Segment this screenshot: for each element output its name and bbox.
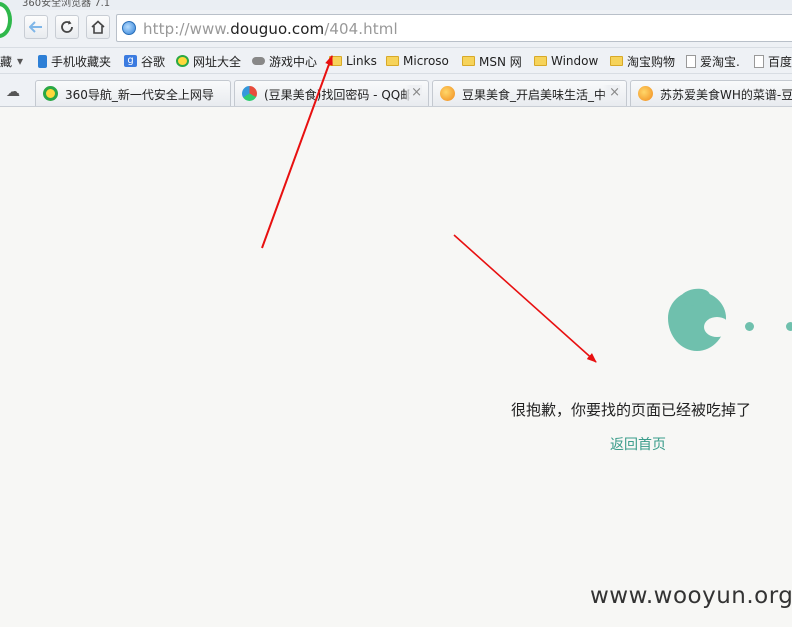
cloud-icon[interactable]: ☁ <box>6 84 20 100</box>
folder-icon <box>534 56 547 66</box>
tab-title: 苏苏爱美食WH的菜谱-豆 <box>660 88 794 102</box>
home-button[interactable] <box>86 15 110 39</box>
qq-mail-icon <box>242 86 257 101</box>
tab-title: (豆果美食)找回密码 - QQ邮 <box>264 88 413 102</box>
back-home-link[interactable]: 返回首页 <box>610 434 666 454</box>
tab-360-nav[interactable]: 360导航_新一代安全上网导 <box>35 80 231 106</box>
refresh-icon <box>61 20 73 33</box>
360-icon <box>43 86 58 101</box>
folder-icon <box>329 56 342 66</box>
bookmark-folder-msn[interactable]: MSN 网 <box>462 52 522 70</box>
close-icon[interactable]: × <box>603 85 620 100</box>
bookmark-nav[interactable]: 网址大全 <box>176 52 241 70</box>
page-icon <box>686 54 696 68</box>
page-icon <box>754 54 764 68</box>
address-bar[interactable]: http://www.douguo.com/404.html <box>116 14 796 42</box>
watermark: www.wooyun.org <box>590 583 794 609</box>
mascot-blob-mouth <box>704 317 730 337</box>
tab-douguo-home[interactable]: 豆果美食_开启美味生活_中 × <box>432 80 627 106</box>
bookmarks-dropdown[interactable]: ▾ <box>17 52 23 70</box>
window-title: 360安全浏览器 7.1 <box>22 0 111 9</box>
bookmarks-bar: 藏 ▾ 手机收藏夹 g 谷歌 网址大全 游戏中心 Links Microso MS… <box>0 47 796 74</box>
bookmark-folder-windows[interactable]: Window <box>534 52 598 70</box>
bookmark-label: 谷歌 <box>141 54 166 69</box>
bookmark-folder-microsoft[interactable]: Microso <box>386 52 449 70</box>
bookmark-games[interactable]: 游戏中心 <box>252 52 317 70</box>
douguo-icon <box>440 86 455 101</box>
url-text[interactable]: http://www.douguo.com/404.html <box>143 20 398 38</box>
tab-qq-mail[interactable]: (豆果美食)找回密码 - QQ邮 × <box>234 80 429 106</box>
bookmark-label: MSN 网 <box>479 54 522 69</box>
bookmark-label: 百度 <box>768 54 793 69</box>
folder-icon <box>386 56 399 66</box>
bookmark-label: 网址大全 <box>193 54 242 69</box>
error-message: 很抱歉，你要找的页面已经被吃掉了 <box>511 401 752 419</box>
bookmark-folder-taobao[interactable]: 淘宝购物 <box>610 52 675 70</box>
browser-chrome: 360安全浏览器 7.1 http://www.douguo.com/404.h… <box>0 0 796 107</box>
tab-title: 360导航_新一代安全上网导 <box>65 88 214 102</box>
crumb-dot <box>745 322 754 331</box>
back-arrow-icon <box>29 21 42 33</box>
url-path: /404.html <box>324 20 398 38</box>
bookmark-label: 手机收藏夹 <box>51 54 112 69</box>
bookmark-label: 游戏中心 <box>269 54 318 69</box>
bookmark-label: Microso <box>403 54 449 68</box>
home-icon <box>91 20 105 34</box>
bookmark-folder-links[interactable]: Links <box>329 52 377 70</box>
bookmark-label: Links <box>346 54 377 68</box>
bookmark-partial[interactable]: 藏 <box>0 52 12 70</box>
close-icon[interactable]: × <box>405 85 422 100</box>
bookmark-aitaobao[interactable]: 爱淘宝. <box>686 52 740 70</box>
phone-icon <box>38 54 47 68</box>
douguo-icon <box>638 86 653 101</box>
bookmark-label: 爱淘宝. <box>700 54 740 69</box>
navigation-bar: http://www.douguo.com/404.html <box>0 10 796 46</box>
bookmark-label: 淘宝购物 <box>627 54 676 69</box>
tab-title: 豆果美食_开启美味生活_中 <box>462 88 607 102</box>
360-nav-icon <box>176 55 189 67</box>
title-bar: 360安全浏览器 7.1 <box>0 0 796 10</box>
refresh-button[interactable] <box>55 15 79 39</box>
page-content: 很抱歉，你要找的页面已经被吃掉了 返回首页 www.wooyun.org <box>0 107 796 627</box>
gamepad-icon <box>252 57 265 65</box>
folder-icon <box>462 56 475 66</box>
bookmark-google[interactable]: g 谷歌 <box>124 52 165 70</box>
url-prefix: http://www. <box>143 20 231 38</box>
url-host: douguo.com <box>230 20 325 38</box>
folder-icon <box>610 56 623 66</box>
bookmark-baidu[interactable]: 百度 <box>754 52 792 70</box>
bookmark-label: 藏 <box>0 54 13 69</box>
site-globe-icon <box>122 21 136 35</box>
tab-strip: ☁ 360导航_新一代安全上网导 (豆果美食)找回密码 - QQ邮 × 豆果美食… <box>0 78 796 107</box>
back-button[interactable] <box>24 15 48 39</box>
google-icon: g <box>124 55 137 67</box>
tab-douguo-recipes[interactable]: 苏苏爱美食WH的菜谱-豆 <box>630 80 796 106</box>
chevron-down-icon: ▾ <box>17 54 24 68</box>
bookmark-label: Window <box>551 54 599 68</box>
bookmark-mobile[interactable]: 手机收藏夹 <box>38 52 111 70</box>
window-edge <box>792 0 796 627</box>
